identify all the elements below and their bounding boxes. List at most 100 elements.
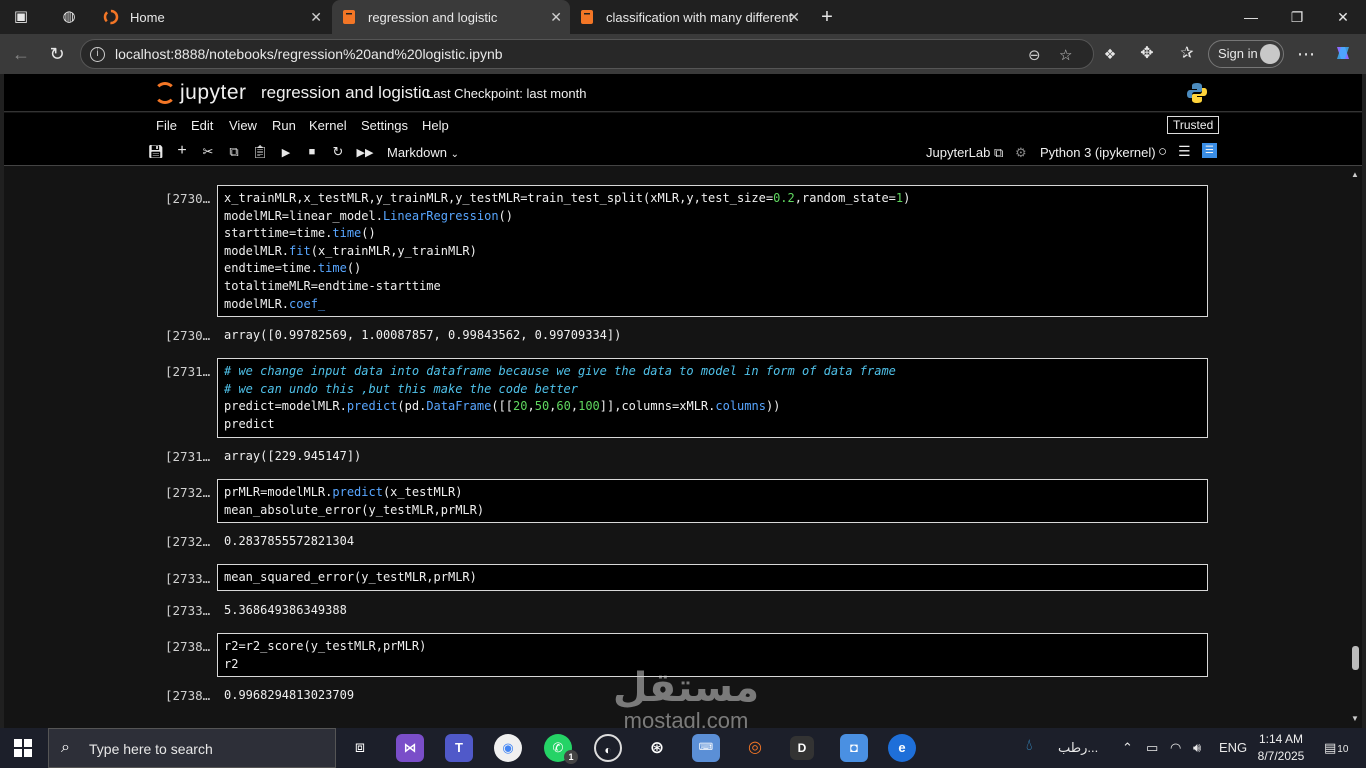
- menu-view[interactable]: View: [229, 118, 257, 133]
- hub-app-icon[interactable]: ◘: [840, 734, 868, 762]
- code-line[interactable]: modelMLR=linear_model.LinearRegression(): [224, 208, 1201, 226]
- trusted-badge[interactable]: Trusted: [1167, 116, 1220, 134]
- kernel-settings-icon[interactable]: ⚙: [1015, 145, 1027, 161]
- close-window-icon[interactable]: ✕: [1320, 0, 1366, 34]
- battery-icon[interactable]: ▭: [1146, 740, 1158, 756]
- code-cell[interactable]: prMLR=modelMLR.predict(x_testMLR) mean_ab…: [217, 479, 1208, 523]
- menu-icon[interactable]: ☰: [1178, 143, 1191, 160]
- menu-kernel[interactable]: Kernel: [309, 118, 347, 133]
- code-line[interactable]: mean_squared_error(y_testMLR,prMLR): [224, 569, 1201, 587]
- refresh-icon[interactable]: ↻: [46, 43, 68, 65]
- scrollbar-thumb[interactable]: [1352, 646, 1359, 670]
- zoom-icon[interactable]: ⊖: [1028, 46, 1041, 64]
- code-cell[interactable]: # we change input data into dataframe be…: [217, 358, 1208, 438]
- back-icon[interactable]: ←: [10, 43, 32, 65]
- copy-icon[interactable]: ⧉: [225, 144, 243, 160]
- code-line[interactable]: modelMLR.fit(x_trainMLR,y_trainMLR): [224, 243, 1201, 261]
- restart-icon[interactable]: ↻: [329, 144, 347, 160]
- obs-icon[interactable]: ◐: [594, 734, 622, 762]
- code-line[interactable]: # we can undo this ,but this make the co…: [224, 381, 1201, 399]
- stop-icon[interactable]: ■: [303, 146, 321, 158]
- wifi-icon[interactable]: ◠: [1170, 740, 1181, 756]
- code-cell[interactable]: x_trainMLR,x_testMLR,y_trainMLR,y_testML…: [217, 185, 1208, 317]
- output-prompt: [2738…: [165, 688, 211, 703]
- notifications-icon[interactable]: ▤10: [1324, 740, 1348, 756]
- code-line[interactable]: modelMLR.coef_: [224, 296, 1201, 314]
- more-menu-icon[interactable]: ⋯: [1295, 43, 1317, 65]
- chrome-icon[interactable]: ◉: [494, 734, 522, 762]
- close-tab-icon[interactable]: ✕: [788, 9, 800, 26]
- copilot-icon[interactable]: [1332, 43, 1354, 65]
- windows-start-icon[interactable]: [14, 739, 32, 757]
- dark-app-icon[interactable]: D: [790, 736, 814, 760]
- code-line[interactable]: endtime=time.time(): [224, 260, 1201, 278]
- code-line[interactable]: # we change input data into dataframe be…: [224, 363, 1201, 381]
- language-indicator[interactable]: ENG: [1219, 740, 1247, 755]
- github-icon[interactable]: ⊛: [643, 734, 671, 762]
- menu-help[interactable]: Help: [422, 118, 449, 133]
- kernel-name[interactable]: Python 3 (ipykernel): [1040, 145, 1156, 160]
- command-palette-icon[interactable]: ☰: [1202, 143, 1217, 158]
- minimize-icon[interactable]: —: [1228, 0, 1274, 34]
- tab-home[interactable]: Home ✕: [94, 0, 330, 34]
- whatsapp-icon[interactable]: ✆ 1: [544, 734, 578, 764]
- extensions-puzzle-icon[interactable]: ✥: [1136, 43, 1158, 65]
- menu-edit[interactable]: Edit: [191, 118, 213, 133]
- visual-studio-icon[interactable]: ⋈: [396, 734, 424, 762]
- taskbar-search[interactable]: ⌕ Type here to search: [48, 728, 336, 768]
- jupyter-logo[interactable]: jupyter: [154, 80, 247, 106]
- keyboard-app-icon[interactable]: ⌨: [692, 734, 720, 762]
- new-tab-icon[interactable]: +: [816, 6, 838, 28]
- run-icon[interactable]: ▶: [277, 146, 295, 159]
- clock[interactable]: 1:14 AM 8/7/2025: [1250, 731, 1312, 765]
- cut-icon[interactable]: ✂: [199, 144, 217, 160]
- menu-settings[interactable]: Settings: [361, 118, 408, 133]
- favorites-icon[interactable]: ✰: [1176, 43, 1198, 65]
- code-line[interactable]: starttime=time.time(): [224, 225, 1201, 243]
- scroll-down-icon[interactable]: ▼: [1351, 714, 1359, 723]
- tab-regression[interactable]: regression and logistic ✕: [332, 0, 570, 34]
- code-line[interactable]: prMLR=modelMLR.predict(x_testMLR): [224, 484, 1201, 502]
- cell-type-select[interactable]: Markdown ⌄: [387, 145, 459, 160]
- volume-icon[interactable]: 🔊︎: [1193, 740, 1201, 756]
- notebook-title[interactable]: regression and logistic: [261, 83, 430, 103]
- notebook-tab-icon: [343, 10, 355, 24]
- close-tab-icon[interactable]: ✕: [550, 9, 562, 26]
- close-tab-icon[interactable]: ✕: [310, 9, 322, 26]
- save-icon[interactable]: 💾︎: [147, 144, 165, 160]
- site-info-icon[interactable]: i: [90, 47, 105, 62]
- add-cell-icon[interactable]: +: [173, 142, 191, 160]
- weather-text[interactable]: رطب...: [1058, 740, 1098, 756]
- scroll-up-icon[interactable]: ▲: [1351, 170, 1359, 179]
- task-view-icon[interactable]: ⧈: [346, 734, 374, 762]
- url-text[interactable]: localhost:8888/notebooks/regression%20an…: [115, 46, 503, 62]
- restore-icon[interactable]: ❐: [1274, 0, 1320, 34]
- teams-icon[interactable]: T: [445, 734, 473, 762]
- input-prompt: [2730…: [165, 191, 211, 206]
- vertical-scrollbar[interactable]: ▲ ▼: [1349, 166, 1362, 728]
- favorite-star-icon[interactable]: ☆: [1059, 46, 1072, 64]
- weather-icon[interactable]: 💧︎: [1026, 737, 1032, 755]
- run-all-icon[interactable]: ▶▶: [356, 146, 374, 159]
- code-line[interactable]: r2=r2_score(y_testMLR,prMLR): [224, 638, 1201, 656]
- code-line[interactable]: x_trainMLR,x_testMLR,y_trainMLR,y_testML…: [224, 190, 1201, 208]
- menu-file[interactable]: File: [156, 118, 177, 133]
- code-line[interactable]: totaltimeMLR=endtime-starttime: [224, 278, 1201, 296]
- code-line[interactable]: predict=modelMLR.predict(pd.DataFrame([[…: [224, 398, 1201, 416]
- edge-icon[interactable]: e: [888, 734, 916, 762]
- jupyter-app-icon[interactable]: ◎: [741, 734, 769, 762]
- paste-icon[interactable]: 📋︎: [251, 144, 269, 160]
- sign-in-button[interactable]: Sign in: [1208, 40, 1284, 68]
- code-line[interactable]: mean_absolute_error(y_testMLR,prMLR): [224, 502, 1201, 520]
- code-cell[interactable]: mean_squared_error(y_testMLR,prMLR): [217, 564, 1208, 591]
- tab-actions-icon[interactable]: ▣: [10, 6, 32, 28]
- menu-run[interactable]: Run: [272, 118, 296, 133]
- jupyterlab-link[interactable]: JupyterLab ⧉: [926, 145, 1003, 161]
- extension-icon[interactable]: ❖: [1099, 43, 1121, 65]
- show-hidden-icons[interactable]: ⌃: [1122, 740, 1133, 756]
- workspaces-icon[interactable]: ◍: [58, 6, 80, 28]
- code-line[interactable]: predict: [224, 416, 1201, 434]
- url-bar[interactable]: i localhost:8888/notebooks/regression%20…: [80, 39, 1094, 69]
- tab-classification[interactable]: classification with many different ✕: [572, 0, 808, 34]
- jupyter-tab-icon: [103, 9, 119, 25]
